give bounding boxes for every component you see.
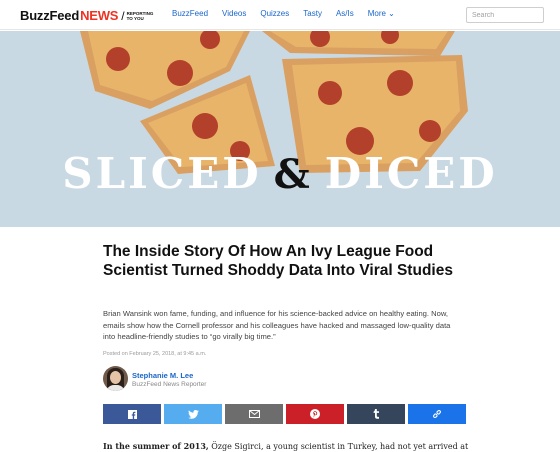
nav-videos[interactable]: Videos <box>222 9 246 18</box>
share-link-button[interactable] <box>408 404 466 424</box>
logo-tagline: REPORTING TO YOU <box>126 11 154 21</box>
top-nav-bar: BuzzFeed NEWS / REPORTING TO YOU BuzzFee… <box>0 0 560 30</box>
share-tumblr-button[interactable] <box>347 404 405 424</box>
nav-quizzes[interactable]: Quizzes <box>260 9 289 18</box>
posted-timestamp: Posted on February 25, 2018, at 9:45 a.m… <box>103 351 207 357</box>
article-dek: Brian Wansink won fame, funding, and inf… <box>103 309 451 341</box>
article-body-first-line: In the summer of 2013, Özge Sigirci, a y… <box>103 441 468 451</box>
hero-word-sliced: SLICED <box>62 149 262 198</box>
pinterest-icon <box>310 409 320 419</box>
hero-ampersand: & <box>273 151 313 198</box>
logo-buzzfeed: BuzzFeed <box>20 8 80 23</box>
share-twitter-button[interactable] <box>164 404 222 424</box>
share-email-button[interactable] <box>225 404 283 424</box>
body-text-rest: Özge Sigirci, a young scientist in Turke… <box>208 442 469 451</box>
facebook-icon <box>127 409 137 419</box>
nav-buzzfeed[interactable]: BuzzFeed <box>172 9 208 18</box>
email-icon <box>248 410 260 418</box>
share-pinterest-button[interactable] <box>286 404 344 424</box>
author-name[interactable]: Stephanie M. Lee <box>132 371 193 380</box>
link-icon <box>433 409 441 419</box>
author-avatar[interactable] <box>103 366 128 391</box>
author-role: BuzzFeed News Reporter <box>132 381 207 388</box>
hero-word-diced: DICED <box>324 149 498 198</box>
article-headline: The Inside Story Of How An Ivy League Fo… <box>103 243 453 279</box>
buzzfeed-news-logo[interactable]: BuzzFeed NEWS / REPORTING TO YOU <box>20 7 154 23</box>
author-byline: Stephanie M. Lee BuzzFeed News Reporter <box>103 366 403 392</box>
hero-title: SLICED & DICED <box>0 149 560 198</box>
hero-image: SLICED & DICED <box>0 31 560 227</box>
body-lead-in: In the summer of 2013, <box>103 441 209 451</box>
tumblr-icon <box>373 409 379 419</box>
share-bar <box>103 404 466 424</box>
primary-nav: BuzzFeed Videos Quizzes Tasty As/Is More… <box>172 9 409 18</box>
nav-more[interactable]: More ⌄ <box>368 9 395 18</box>
nav-as-is[interactable]: As/Is <box>336 9 354 18</box>
search-input[interactable] <box>466 7 544 23</box>
logo-slash: / <box>121 9 125 23</box>
twitter-icon <box>187 409 199 419</box>
share-facebook-button[interactable] <box>103 404 161 424</box>
logo-news: NEWS <box>80 8 119 23</box>
nav-tasty[interactable]: Tasty <box>303 9 322 18</box>
